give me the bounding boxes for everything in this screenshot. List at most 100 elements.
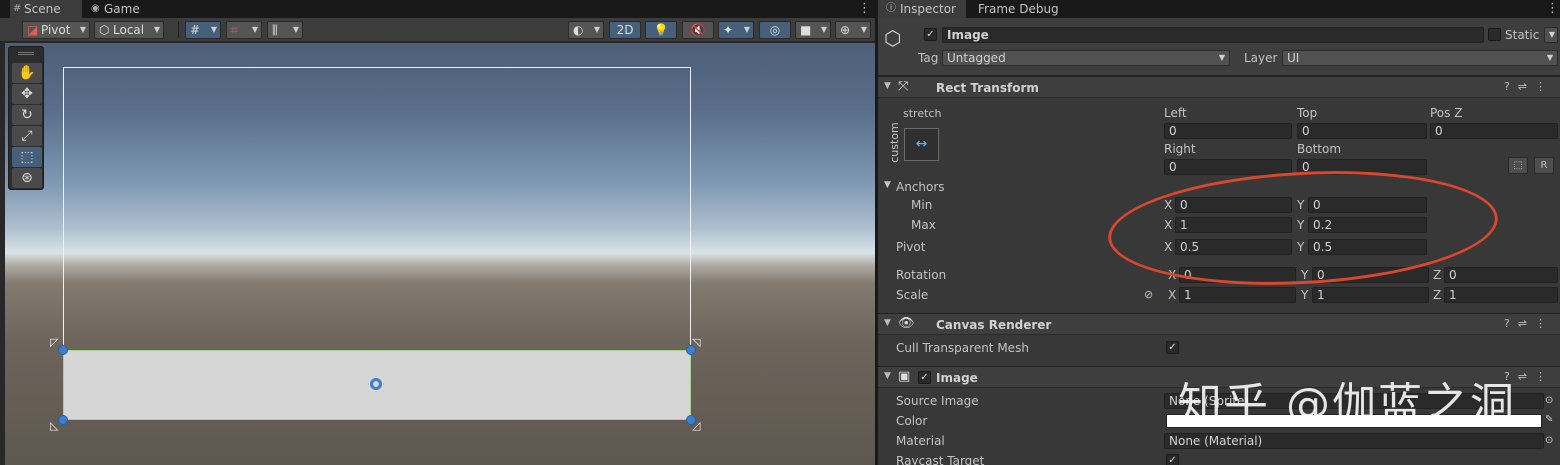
material-label: Material [896,434,945,448]
object-picker-icon[interactable]: ⊙ [1545,395,1553,406]
anchor-preset-button[interactable]: ↔ [904,128,939,161]
min-label: Min [911,198,933,212]
anchor-marker-icon[interactable]: ◹ [692,336,700,349]
cull-label: Cull Transparent Mesh [896,341,1029,355]
tab-scene[interactable]: # Scene [10,0,82,18]
scale-x-value: 1 [1184,288,1192,302]
scale-tool[interactable]: ⤢ [12,126,42,146]
hand-icon: ✋ [18,65,36,81]
link-scale-icon[interactable]: ⊘ [1144,288,1153,301]
scale-z-field[interactable]: 1 [1444,287,1558,303]
layer-dropdown[interactable]: UI ▼ [1282,50,1558,66]
rect-transform-header[interactable]: ▼ ⤧ Rect Transform ?⇌⋮ [878,76,1560,98]
rect-tool[interactable]: ⬚ [12,147,42,167]
static-checkbox[interactable] [1488,28,1501,41]
tag-dropdown[interactable]: Untagged ▼ [942,50,1230,66]
effects-icon: ✦ [723,23,734,37]
increment-snap-button[interactable]: ⫼ ▼ [267,21,303,39]
rect-handle-top-left[interactable] [58,345,68,355]
tab-frame-debug[interactable]: Frame Debug [978,0,1059,18]
cull-checkbox[interactable]: ✓ [1166,341,1179,354]
more-icon[interactable]: ⋮ [1535,80,1554,93]
pivot-label: Pivot [896,240,926,254]
settings-icon[interactable]: ⇌ [1518,80,1535,93]
lighting-button[interactable]: 💡 [645,21,677,39]
hand-tool[interactable]: ✋ [12,63,42,83]
transform-tool[interactable]: ⊛ [12,168,42,188]
snap-settings-button[interactable]: ⌗ ▼ [226,21,262,39]
rect-handle-bottom-left[interactable] [58,415,68,425]
inspector-menu-icon[interactable]: ⋮ [1546,0,1559,18]
rotate-icon: ↻ [21,107,33,123]
anchor-marker-icon[interactable]: ◿ [692,419,700,432]
layer-label: Layer [1244,51,1278,65]
settings-icon[interactable]: ⇌ [1518,370,1535,383]
object-name-field[interactable]: Image [942,27,1484,43]
more-icon[interactable]: ⋮ [1535,317,1554,330]
tab-inspector-label: Inspector [900,2,956,16]
cube-icon: ⬡ [99,23,110,37]
local-dropdown[interactable]: ⬡ Local ▼ [94,21,164,39]
left-field[interactable]: 0 [1164,123,1292,139]
grip-icon[interactable] [18,52,34,55]
audio-button[interactable]: 🔇 [682,21,714,39]
rotate-tool[interactable]: ↻ [12,105,42,125]
scene-menu-icon[interactable]: ⋮ [858,0,871,18]
posz-field[interactable]: 0 [1430,123,1558,139]
anchor-marker-icon[interactable]: ◸ [50,336,58,349]
help-icon[interactable]: ? [1504,80,1518,93]
material-field[interactable]: None (Material) [1164,433,1544,449]
image-enabled-checkbox[interactable]: ✓ [918,371,931,384]
scale-y-axis-label: Y [1301,288,1309,302]
raw-edit-button[interactable]: R [1534,157,1554,174]
tab-inspector[interactable]: ⓘ Inspector [878,0,966,18]
camera-button[interactable]: ■ ▼ [795,21,831,39]
scale-x-field[interactable]: 1 [1179,287,1296,303]
gameobject-cube-icon: ⬡ [884,26,902,50]
blueprint-mode-button[interactable]: ⬚ [1508,157,1528,174]
collapse-arrow-icon[interactable]: ▼ [884,81,891,91]
object-picker-icon[interactable]: ⊙ [1545,435,1553,446]
collapse-arrow-icon[interactable]: ▼ [884,371,891,381]
rect-icon: ⬚ [20,149,34,165]
chevron-down-icon: ▼ [820,25,827,34]
draw-mode-button[interactable]: ◐ ▼ [568,21,604,39]
rotation-label: Rotation [896,268,947,282]
eyedropper-icon[interactable]: ✎ [1545,414,1553,425]
rotation-z-field[interactable]: 0 [1444,267,1558,283]
settings-icon[interactable]: ⇌ [1518,317,1535,330]
raycast-checkbox[interactable]: ✓ [1166,454,1179,465]
hidden-objects-button[interactable]: ◎ [759,21,791,39]
top-field[interactable]: 0 [1297,123,1427,139]
component-actions[interactable]: ?⇌⋮ [1504,317,1554,330]
pivot-icon: ◪ [27,23,39,37]
help-icon[interactable]: ? [1504,317,1518,330]
object-active-checkbox[interactable]: ✓ [924,28,937,41]
pivot-handle[interactable] [370,378,382,390]
object-header: ⬡ ✓ Image Static ▼ Tag Untagged ▼ Layer U… [878,18,1560,76]
more-icon[interactable]: ⋮ [1535,370,1554,383]
canvas-bounds [63,67,691,351]
static-dropdown[interactable]: ▼ [1544,27,1558,43]
grid-snap-button[interactable]: # ▼ [185,21,221,39]
effects-button[interactable]: ✦ ▼ [718,21,754,39]
anchor-marker-icon[interactable]: ◺ [50,419,58,432]
scale-x-axis-label: X [1168,288,1177,302]
component-actions[interactable]: ?⇌⋮ [1504,80,1554,93]
move-tool[interactable]: ✥ [12,84,42,104]
chevron-down-icon: ▼ [593,25,600,34]
canvas-renderer-header[interactable]: ▼ 👁 Canvas Renderer ?⇌⋮ [878,313,1560,335]
source-image-label: Source Image [896,394,979,408]
collapse-arrow-icon[interactable]: ▼ [884,180,891,190]
mode-2d-button[interactable]: 2D [609,21,641,39]
pivot-dropdown[interactable]: ◪ Pivot ▼ [22,21,90,39]
tab-game[interactable]: ◉ Game [88,0,148,18]
collapse-arrow-icon[interactable]: ▼ [884,318,891,328]
scale-y-field[interactable]: 1 [1312,287,1429,303]
scene-panel: # Scene ◉ Game ⋮ ◪ Pivot ▼ ⬡ Local ▼ # ▼ … [0,0,875,465]
tag-value: Untagged [947,51,1006,65]
gizmos-button[interactable]: ⊕ ▼ [835,21,871,39]
tag-label: Tag [918,51,939,65]
right-field[interactable]: 0 [1164,159,1292,175]
inspector-panel: ⓘ Inspector Frame Debug ⋮ ⬡ ✓ Image Stat… [878,0,1560,465]
